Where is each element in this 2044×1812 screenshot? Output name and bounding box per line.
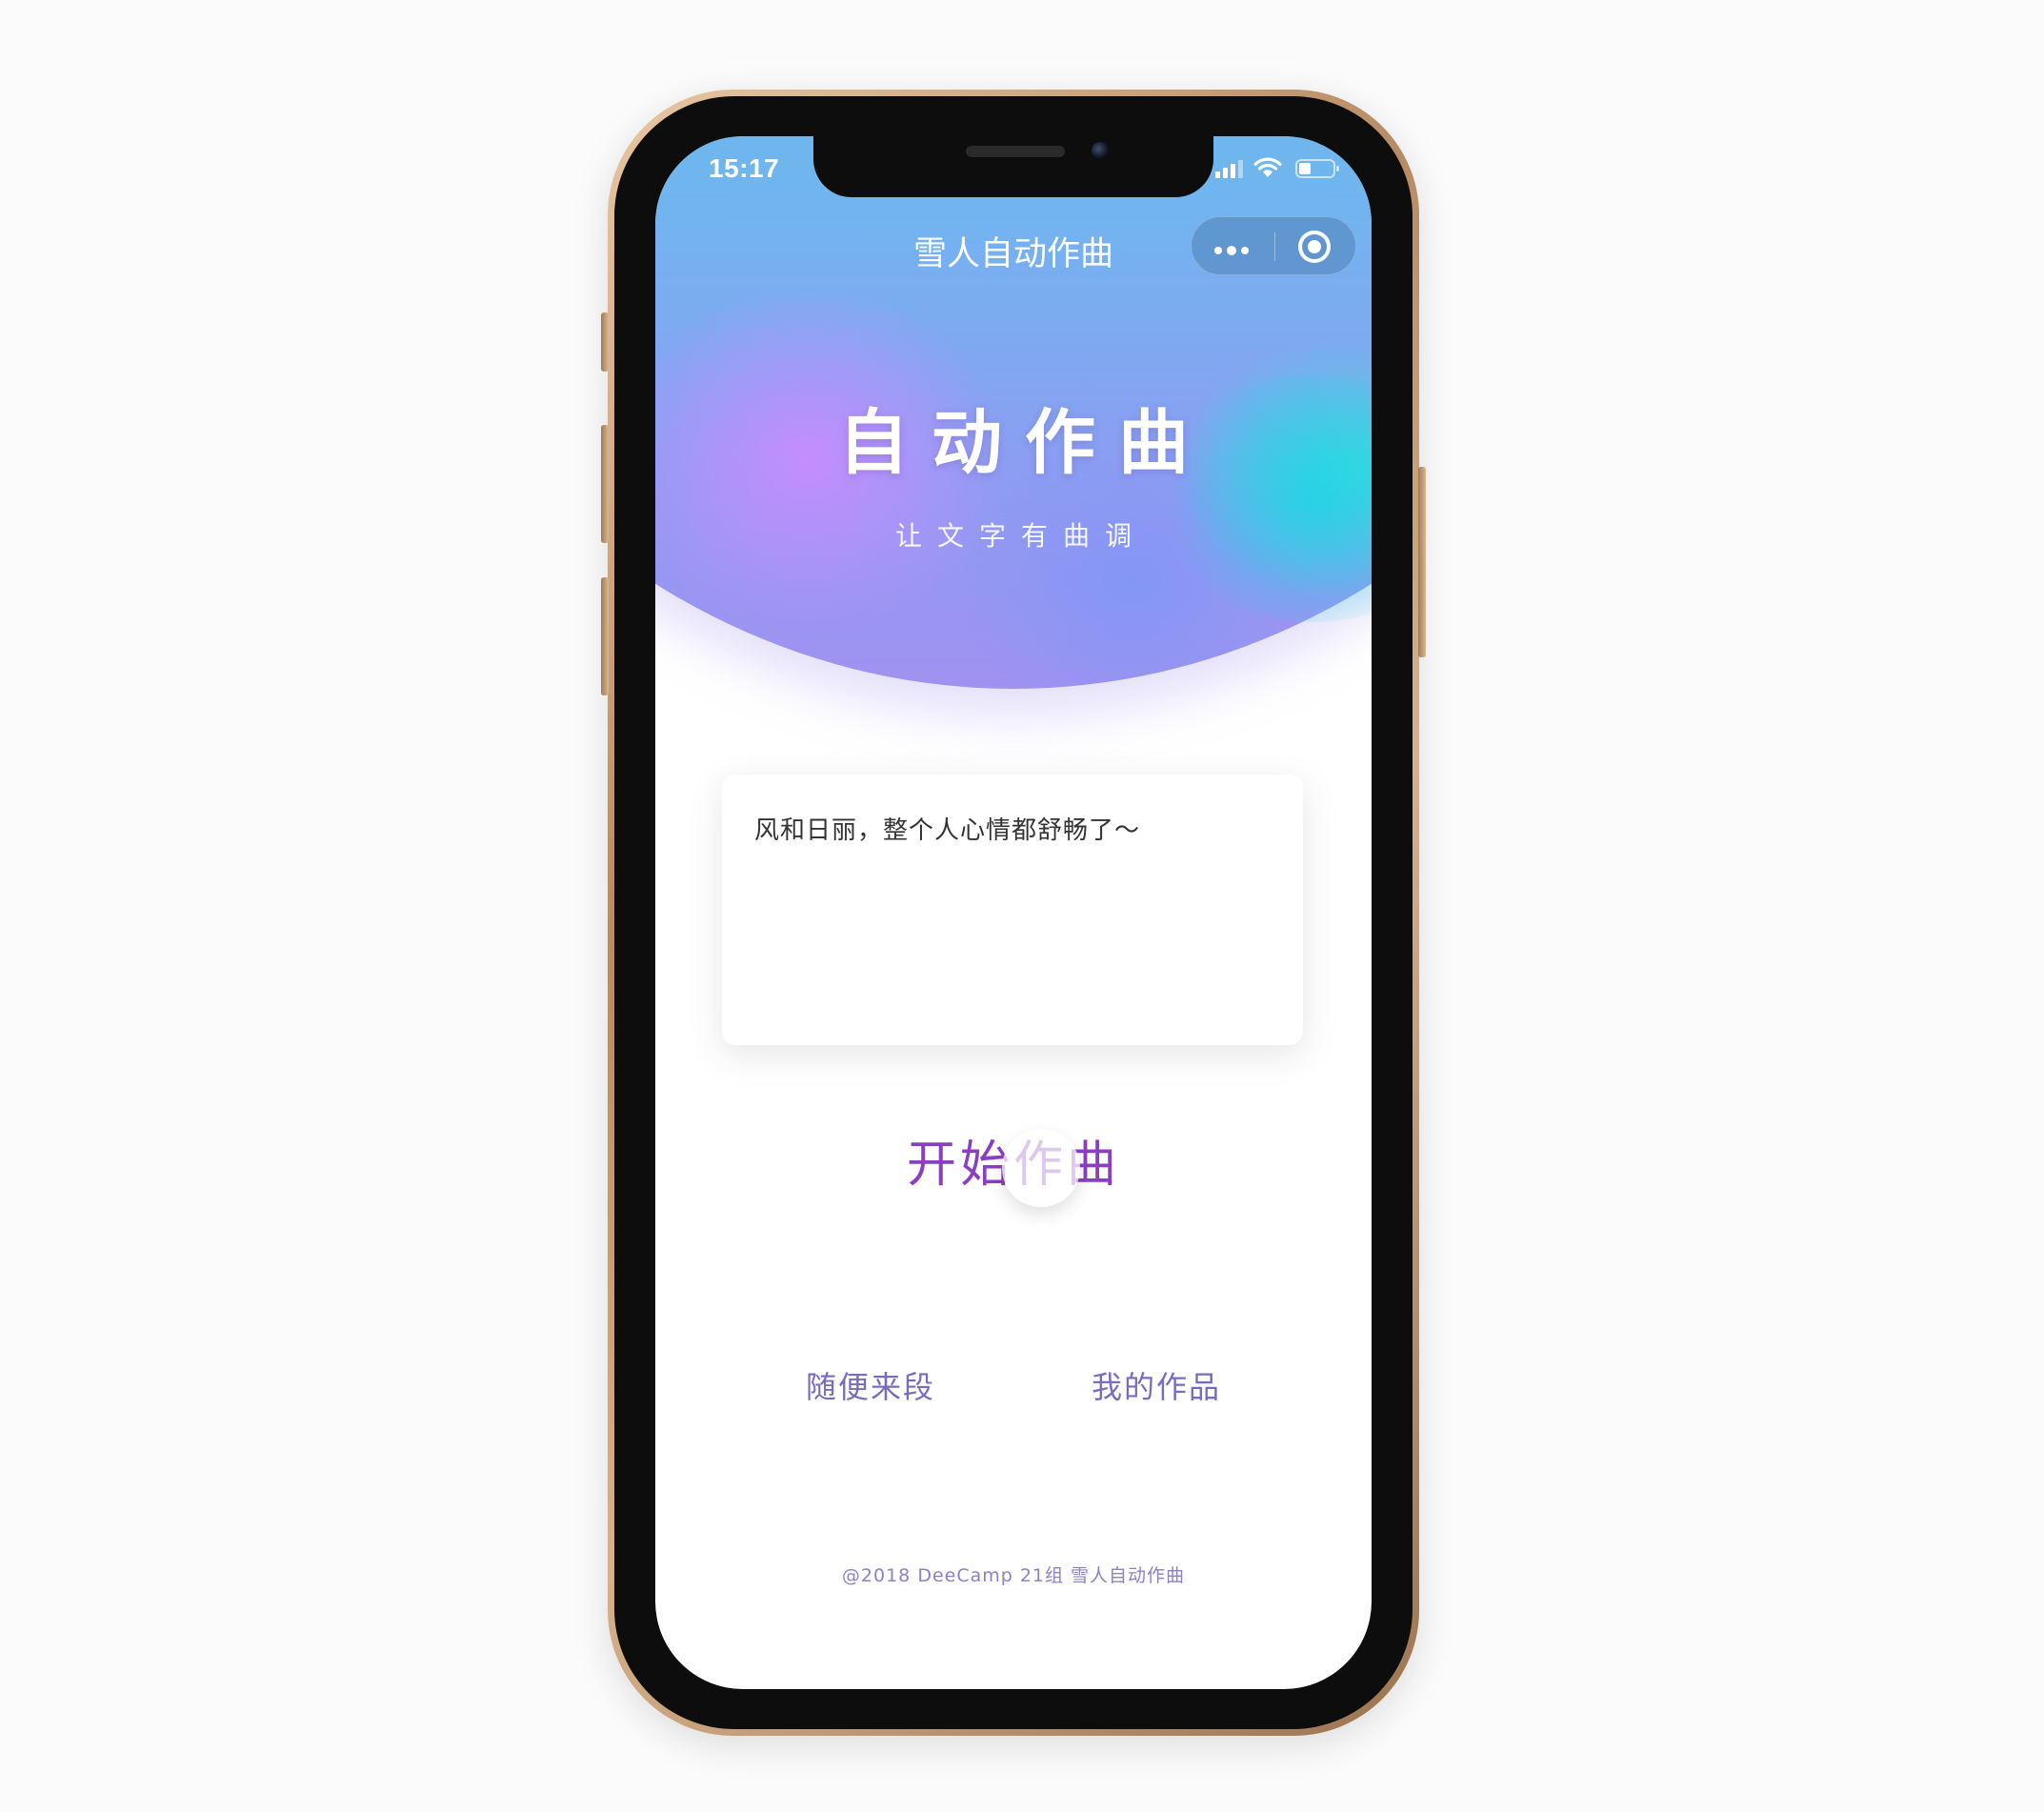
volume-down-button xyxy=(601,577,609,695)
battery-icon xyxy=(1295,159,1339,178)
more-dots-icon[interactable] xyxy=(1214,240,1253,258)
footer-copyright: @2018 DeeCamp 21组 雪人自动作曲 xyxy=(841,1565,1186,1586)
signal-icon xyxy=(1215,160,1243,178)
status-time: 15:17 xyxy=(709,153,780,183)
random-compose-link[interactable]: 随便来段 xyxy=(806,1363,935,1407)
notch xyxy=(813,136,1213,197)
stage: 自动作曲 让文字有曲调 15:17 雪人自动作曲 风和日丽，整个人心情都舒畅了～… xyxy=(0,0,2044,1812)
capsule-divider xyxy=(1274,232,1275,261)
front-camera xyxy=(1092,142,1109,159)
lyrics-input-text[interactable]: 风和日丽，整个人心情都舒畅了～ xyxy=(754,811,1140,846)
secondary-links: 随便来段 我的作品 xyxy=(655,1363,1372,1411)
target-circle-icon[interactable] xyxy=(1298,231,1331,263)
my-works-link[interactable]: 我的作品 xyxy=(1092,1363,1221,1407)
status-icons xyxy=(1215,157,1349,180)
mute-switch xyxy=(601,312,609,372)
earpiece-speaker xyxy=(966,146,1065,157)
touch-indicator xyxy=(1002,1129,1080,1207)
hero-subtitle: 让文字有曲调 xyxy=(894,520,1147,552)
wifi-icon xyxy=(1253,157,1282,177)
lyrics-input-card[interactable]: 风和日丽，整个人心情都舒畅了～ xyxy=(722,775,1303,1045)
phone-screen: 自动作曲 让文字有曲调 15:17 雪人自动作曲 风和日丽，整个人心情都舒畅了～… xyxy=(655,136,1372,1689)
volume-up-button xyxy=(601,425,609,543)
mini-program-capsule xyxy=(1191,216,1356,275)
power-button xyxy=(1418,467,1426,657)
hero-title: 自动作曲 xyxy=(838,402,1212,484)
